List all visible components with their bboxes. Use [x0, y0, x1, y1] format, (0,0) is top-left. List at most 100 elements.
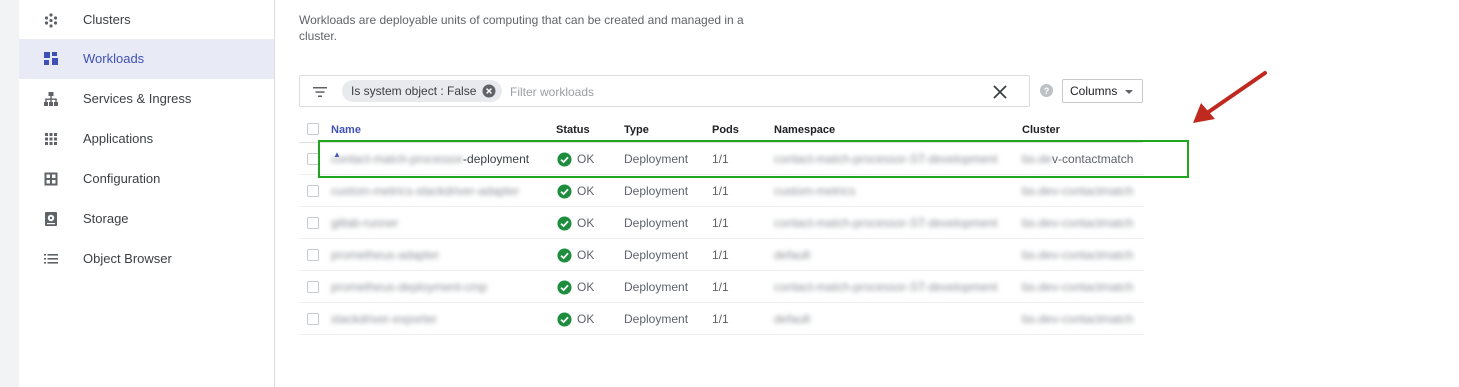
select-all-checkbox[interactable] — [307, 123, 319, 135]
redacted-name: stackdriver-exporter — [331, 312, 438, 326]
filter-bar[interactable]: Is system object : False — [299, 75, 1030, 107]
sidebar-item-services-ingress[interactable]: Services & Ingress — [19, 79, 274, 119]
check-circle-icon — [557, 183, 572, 199]
pods-cell: 1/1 — [712, 280, 729, 294]
pods-cell: 1/1 — [712, 312, 729, 326]
redacted-name: custom-metrics-stackdriver-adapter — [331, 184, 520, 198]
redacted-cluster: bs-dev-contactmatch — [1022, 184, 1134, 198]
sidebar-item-label: Configuration — [83, 171, 161, 186]
sidebar-item-object-browser[interactable]: Object Browser — [19, 239, 274, 279]
type-cell: Deployment — [624, 312, 689, 326]
check-circle-icon — [557, 247, 572, 263]
table-row[interactable]: custom-metrics-stackdriver-adapter OK Depl… — [299, 175, 1143, 207]
sidebar-item-label: Storage — [83, 211, 129, 226]
sidebar-item-label: Applications — [83, 131, 154, 146]
clear-filter-icon[interactable] — [991, 83, 1009, 101]
sidebar: Clusters Workloads Services & Ingress Ap… — [19, 0, 275, 387]
sidebar-item-clusters[interactable]: Clusters — [19, 0, 274, 40]
sidebar-item-label: Services & Ingress — [83, 91, 192, 106]
cluster-cell: bs-dev-contactmatch — [1022, 207, 1133, 239]
chevron-down-icon — [1125, 90, 1133, 94]
namespace-cell: custom-metrics — [774, 184, 856, 198]
status-text: OK — [577, 248, 595, 262]
services-icon — [44, 92, 58, 106]
sidebar-item-applications[interactable]: Applications — [19, 119, 274, 159]
pods-cell: 1/1 — [712, 184, 729, 198]
column-header-label: Name — [331, 124, 361, 136]
sidebar-item-label: Workloads — [83, 51, 145, 66]
status-cell: OK — [557, 303, 594, 335]
columns-button-label: Columns — [1070, 84, 1118, 98]
sidebar-item-storage[interactable]: Storage — [19, 199, 274, 239]
redacted-name: gitlab-runner — [331, 216, 399, 230]
row-checkbox[interactable] — [307, 281, 319, 293]
pods-cell: 1/1 — [712, 216, 729, 230]
filter-chip-separator: : — [437, 84, 448, 98]
namespace-cell: default — [774, 312, 811, 326]
type-cell: Deployment — [624, 248, 689, 262]
status-text: OK — [577, 312, 595, 326]
redacted-name: prometheus-adapter — [331, 248, 440, 262]
check-circle-icon — [557, 311, 572, 327]
redacted-cluster: bs-dev-contactmatch — [1022, 280, 1134, 294]
red-arrow-annotation — [1193, 71, 1267, 123]
row-checkbox[interactable] — [307, 249, 319, 261]
redacted-cluster: bs-dev-contactmatch — [1022, 312, 1134, 326]
status-text: OK — [577, 216, 595, 230]
status-cell: OK — [557, 239, 594, 271]
type-cell: Deployment — [624, 184, 689, 198]
workloads-icon — [44, 52, 58, 65]
filter-chip-key: Is system object — [351, 84, 438, 98]
row-checkbox[interactable] — [307, 217, 319, 229]
page-description: Workloads are deployable units of comput… — [299, 13, 744, 43]
cluster-cell: bs-dev-contactmatch — [1022, 303, 1133, 335]
column-header-status[interactable]: Status — [556, 118, 590, 142]
filter-input[interactable] — [510, 82, 910, 102]
workload-name-link[interactable]: prometheus-deployment-cmp — [331, 271, 487, 303]
workload-name-link[interactable]: stackdriver-exporter — [331, 303, 437, 335]
table-row[interactable]: prometheus-adapter OK Deployment 1/1 default… — [299, 239, 1143, 271]
applications-icon — [45, 133, 57, 145]
column-header-type[interactable]: Type — [624, 118, 649, 142]
storage-icon — [45, 212, 57, 226]
status-cell: OK — [557, 207, 594, 239]
highlight-box — [318, 140, 1189, 178]
sidebar-item-configuration[interactable]: Configuration — [19, 159, 274, 199]
chip-remove-icon[interactable] — [482, 84, 496, 98]
column-header-namespace[interactable]: Namespace — [774, 118, 835, 142]
column-header-pods[interactable]: Pods — [712, 118, 739, 142]
columns-button[interactable]: Columns — [1062, 79, 1143, 103]
filter-chip-value: False — [447, 84, 477, 98]
type-cell: Deployment — [624, 216, 689, 230]
status-text: OK — [577, 184, 595, 198]
sidebar-item-workloads[interactable]: Workloads — [19, 39, 274, 79]
table-row[interactable]: gitlab-runner OK Deployment 1/1 contact-matc… — [299, 207, 1143, 239]
pods-cell: 1/1 — [712, 248, 729, 262]
column-header-name[interactable]: Name ▲ — [331, 118, 361, 159]
clusters-icon — [44, 13, 58, 28]
cluster-cell: bs-dev-contactmatch — [1022, 239, 1133, 271]
sidebar-item-label: Object Browser — [83, 251, 172, 266]
filter-icon[interactable] — [312, 84, 328, 100]
cluster-cell: bs-dev-contactmatch — [1022, 271, 1133, 303]
row-checkbox[interactable] — [307, 313, 319, 325]
check-circle-icon — [557, 279, 572, 295]
help-icon[interactable]: ? — [1040, 84, 1053, 97]
redacted-cluster: bs-dev-contactmatch — [1022, 216, 1134, 230]
row-checkbox[interactable] — [307, 185, 319, 197]
workload-name-link[interactable]: prometheus-adapter — [331, 239, 439, 271]
table-row[interactable]: prometheus-deployment-cmp OK Deployment 1/1… — [299, 271, 1143, 303]
namespace-cell: contact-match-processor-ST-development — [774, 216, 998, 230]
check-circle-icon — [557, 215, 572, 231]
namespace-cell: contact-match-processor-ST-development — [774, 280, 998, 294]
table-row[interactable]: stackdriver-exporter OK Deployment 1/1 defau… — [299, 303, 1143, 335]
workload-name-link[interactable]: custom-metrics-stackdriver-adapter — [331, 175, 519, 207]
filter-chip[interactable]: Is system object : False — [342, 80, 503, 102]
type-cell: Deployment — [624, 280, 689, 294]
status-cell: OK — [557, 271, 594, 303]
workload-name-link[interactable]: gitlab-runner — [331, 207, 398, 239]
sidebar-item-label: Clusters — [83, 12, 131, 27]
svg-text:?: ? — [1044, 86, 1050, 96]
namespace-cell: default — [774, 248, 811, 262]
column-header-cluster[interactable]: Cluster — [1022, 118, 1060, 142]
